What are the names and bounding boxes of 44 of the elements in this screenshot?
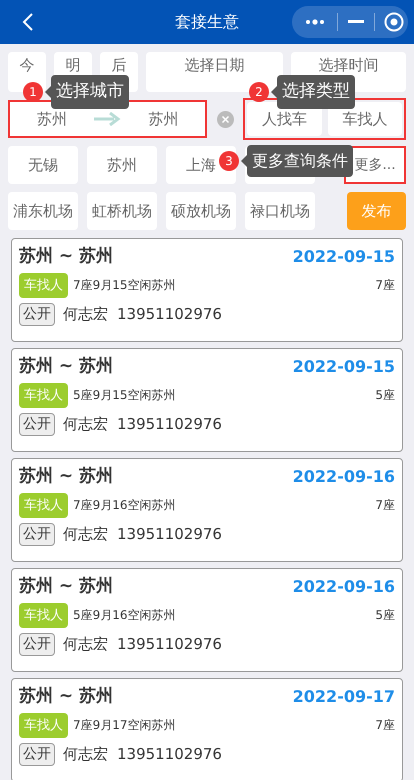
contact-phone: 13951102976 <box>117 744 222 766</box>
route-title: 苏州 ~ 苏州 <box>19 685 114 708</box>
route-title: 苏州 ~ 苏州 <box>19 465 114 488</box>
contact-phone: 13951102976 <box>117 414 222 436</box>
visibility-tag: 公开 <box>19 413 55 436</box>
listing-description: 7座9月17空闲苏州 <box>73 717 176 734</box>
contact-name: 何志宏 <box>63 634 108 656</box>
listing-description: 5座9月16空闲苏州 <box>73 607 176 624</box>
guide-tooltip: 选择类型 <box>277 75 355 108</box>
seat-count: 5座 <box>375 607 395 624</box>
listing-date: 2022-09-15 <box>292 356 395 378</box>
type-tag: 车找人 <box>19 712 68 738</box>
type-tag: 车找人 <box>19 492 68 518</box>
seat-count: 7座 <box>375 717 395 734</box>
seat-count: 7座 <box>375 277 395 294</box>
listing-date: 2022-09-17 <box>292 686 395 708</box>
guide-tooltip: 更多查询条件 <box>247 145 353 177</box>
route-title: 苏州 ~ 苏州 <box>19 575 114 598</box>
visibility-tag: 公开 <box>19 303 55 326</box>
listing-description: 5座9月15空闲苏州 <box>73 387 176 404</box>
route-title: 苏州 ~ 苏州 <box>19 245 114 268</box>
route-title: 苏州 ~ 苏州 <box>19 355 114 378</box>
contact-phone: 13951102976 <box>117 304 222 326</box>
type-tag: 车找人 <box>19 602 68 628</box>
visibility-tag: 公开 <box>19 523 55 546</box>
guide-tooltip: 选择城市 <box>51 75 129 108</box>
listing-date: 2022-09-16 <box>292 466 395 488</box>
visibility-tag: 公开 <box>19 743 55 766</box>
type-tag: 车找人 <box>19 272 68 298</box>
contact-phone: 13951102976 <box>117 634 222 656</box>
contact-name: 何志宏 <box>63 414 108 436</box>
contact-name: 何志宏 <box>63 744 108 766</box>
visibility-tag: 公开 <box>19 633 55 656</box>
contact-name: 何志宏 <box>63 304 108 326</box>
listing-description: 7座9月16空闲苏州 <box>73 497 176 514</box>
contact-name: 何志宏 <box>63 524 108 546</box>
type-tag: 车找人 <box>19 382 68 408</box>
contact-phone: 13951102976 <box>117 524 222 546</box>
page-title: 套接生意 <box>175 11 239 33</box>
seat-count: 7座 <box>375 497 395 514</box>
seat-count: 5座 <box>375 387 395 404</box>
listing-description: 7座9月15空闲苏州 <box>73 277 176 294</box>
listing-date: 2022-09-15 <box>292 246 395 268</box>
listing-date: 2022-09-16 <box>292 576 395 598</box>
